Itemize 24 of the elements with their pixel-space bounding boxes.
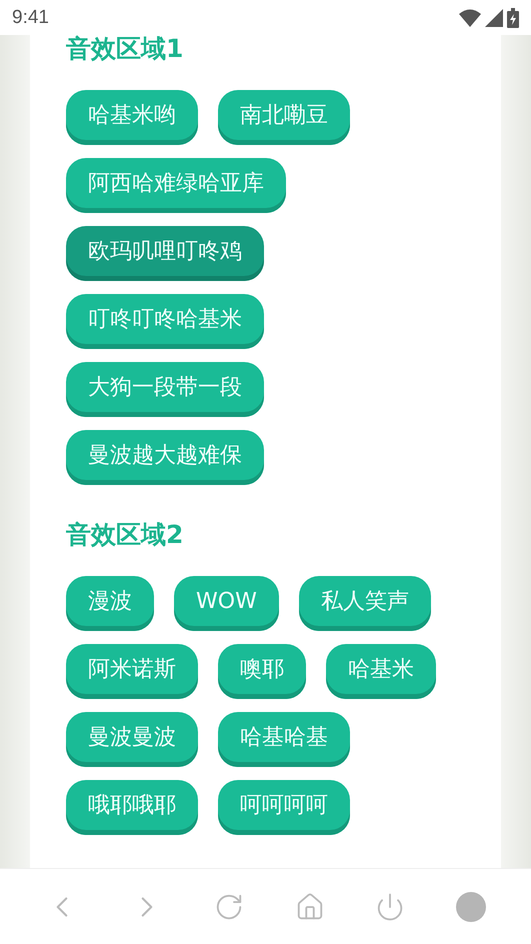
sound-button[interactable]: 漫波 bbox=[66, 576, 154, 631]
sound-button[interactable]: 哈基米哟 bbox=[66, 90, 198, 145]
sound-button[interactable]: 大狗一段带一段 bbox=[66, 362, 264, 417]
battery-icon bbox=[507, 8, 519, 28]
sound-button[interactable]: 阿西哈难绿哈亚库 bbox=[66, 158, 286, 213]
sound-button[interactable]: 哈基哈基 bbox=[218, 712, 350, 767]
sound-button[interactable]: WOW bbox=[174, 576, 279, 631]
section-title: 音效区域1 bbox=[66, 35, 184, 63]
signal-icon bbox=[485, 8, 503, 26]
section-title: 音效区域2 bbox=[66, 521, 184, 549]
sound-button[interactable]: 阿米诺斯 bbox=[66, 644, 198, 699]
sound-button[interactable]: 叮咚叮咚哈基米 bbox=[66, 294, 264, 349]
sound-button[interactable]: 噢耶 bbox=[218, 644, 306, 699]
sound-button[interactable]: 南北嘞豆 bbox=[218, 90, 350, 145]
sound-button[interactable]: 哈基米 bbox=[326, 644, 436, 699]
sound-button[interactable]: 曼波越大越难保 bbox=[66, 430, 264, 485]
sound-button[interactable]: 哦耶哦耶 bbox=[66, 780, 198, 835]
sound-button[interactable]: 曼波曼波 bbox=[66, 712, 198, 767]
sound-button[interactable]: 私人笑声 bbox=[298, 576, 431, 631]
status-time: 9:41 bbox=[12, 6, 49, 28]
sound-button[interactable]: 欧玛叽哩叮咚鸡 bbox=[66, 226, 264, 281]
sound-button[interactable]: 呵呵呵呵 bbox=[218, 780, 350, 835]
circle-icon bbox=[456, 892, 486, 922]
wifi-icon bbox=[459, 8, 481, 26]
